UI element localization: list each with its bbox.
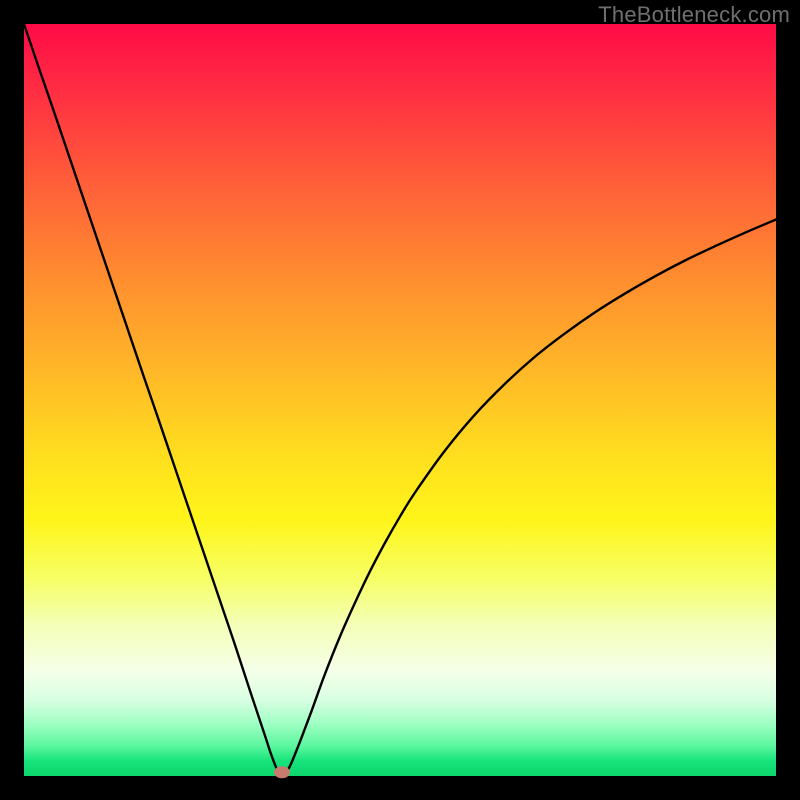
chart-frame: TheBottleneck.com — [0, 0, 800, 800]
curve-layer — [24, 24, 776, 776]
plot-area — [24, 24, 776, 776]
minimum-marker — [274, 766, 290, 778]
bottleneck-curve — [24, 24, 776, 775]
